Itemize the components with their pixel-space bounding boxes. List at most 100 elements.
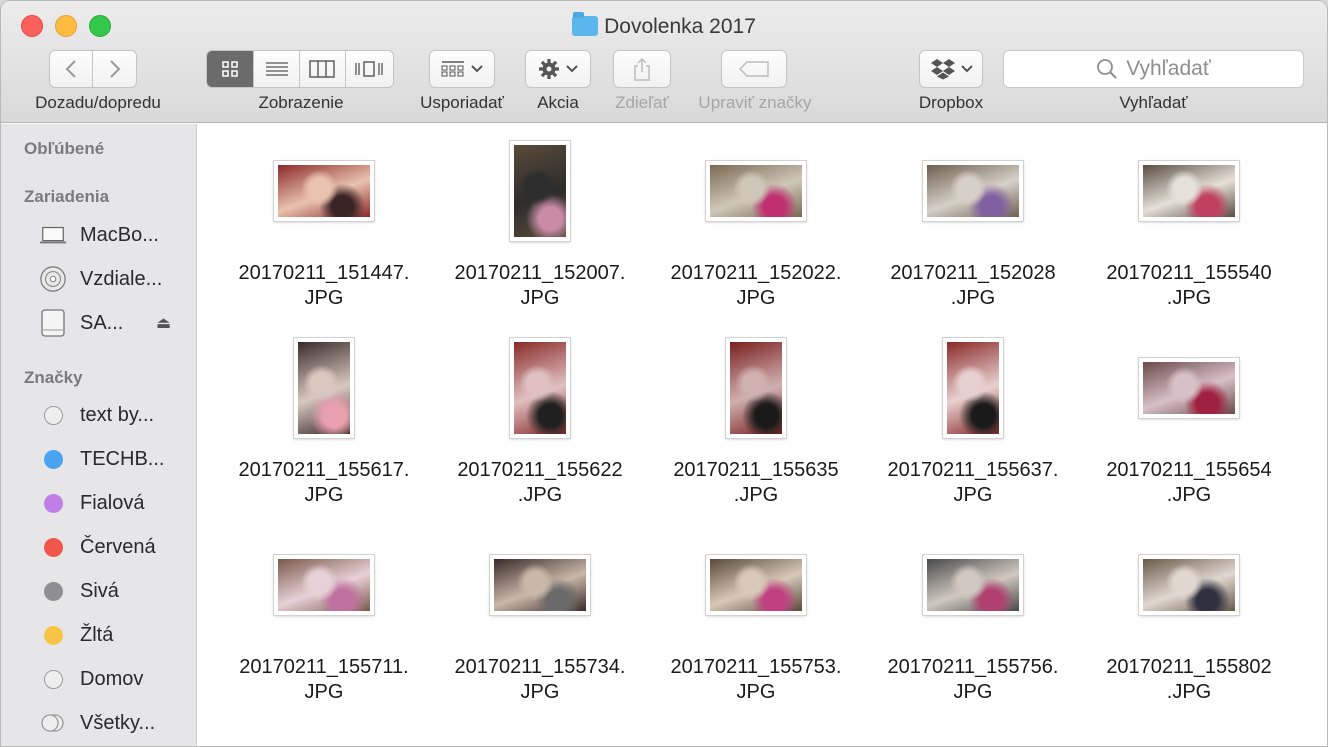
sidebar-tag-purple[interactable]: Fialová — [39, 487, 144, 519]
view-icons-button[interactable] — [207, 51, 255, 87]
forward-button[interactable] — [93, 51, 136, 87]
sidebar-item-label: TECHB... — [80, 447, 165, 470]
file-item[interactable]: 20170211_155753. JPG — [647, 533, 865, 705]
file-item[interactable]: 20170211_152028 .JPG — [864, 139, 1082, 311]
devices-heading: Zariadenia — [24, 187, 110, 206]
file-item[interactable]: 20170211_155802 .JPG — [1080, 533, 1298, 705]
photo-thumbnail[interactable] — [274, 555, 374, 615]
file-icon-grid: 20170211_151447. JPG 20170211_152007. JPG 20… — [198, 124, 1327, 746]
sidebar-item-macbook[interactable]: MacBo... — [39, 219, 159, 251]
edit-tags-button[interactable] — [721, 50, 787, 88]
file-name-line: 20170211_155734. — [454, 656, 626, 678]
photo-thumbnail[interactable] — [1139, 358, 1239, 418]
sidebar-tag-techb[interactable]: TECHB... — [39, 443, 164, 475]
file-item[interactable]: 20170211_151447. JPG — [215, 139, 433, 311]
photo-image — [710, 165, 802, 217]
photo-thumbnail[interactable] — [490, 555, 590, 615]
search-field[interactable]: Vyhľadať — [1003, 50, 1304, 88]
view-list-button[interactable] — [254, 51, 300, 87]
sidebar-item-remote-disc[interactable]: Vzdiale... — [39, 263, 162, 295]
photo-image — [1143, 362, 1235, 414]
file-item[interactable]: 20170211_155756. JPG — [864, 533, 1082, 705]
view-coverflow-button[interactable] — [346, 51, 393, 87]
file-name-line: 20170211_155622 — [457, 459, 623, 481]
sidebar-item-sa-drive[interactable]: SA... — [39, 307, 123, 339]
back-button[interactable] — [50, 51, 94, 87]
sidebar-tag-text[interactable]: text by... — [39, 399, 154, 431]
tag-dot-icon — [43, 669, 63, 689]
photo-thumbnail[interactable] — [706, 161, 806, 221]
disc-icon — [40, 266, 66, 292]
view-control — [206, 50, 394, 88]
file-item[interactable]: 20170211_155711. JPG — [215, 533, 433, 705]
photo-thumbnail[interactable] — [726, 338, 786, 438]
file-item[interactable]: 20170211_155622 .JPG — [431, 336, 649, 508]
photo-thumbnail[interactable] — [943, 338, 1003, 438]
share-button[interactable] — [613, 50, 671, 88]
file-item[interactable]: 20170211_155540 .JPG — [1080, 139, 1298, 311]
view-columns-button[interactable] — [300, 51, 346, 87]
list-icon — [265, 62, 288, 76]
arrange-button[interactable] — [429, 50, 495, 88]
action-label: Akcia — [537, 93, 579, 112]
all-tags-icon — [41, 714, 64, 732]
photo-image — [278, 165, 370, 217]
photo-thumbnail[interactable] — [706, 555, 806, 615]
file-name: 20170211_155635 .JPG — [647, 458, 865, 508]
sidebar-item-label: MacBo... — [80, 223, 159, 246]
file-extension-line: JPG — [520, 287, 560, 309]
file-name-line: 20170211_155802 — [1106, 656, 1272, 678]
photo-thumbnail[interactable] — [923, 161, 1023, 221]
chevron-down-icon — [471, 65, 483, 73]
file-name-line: 20170211_155637. — [887, 459, 1059, 481]
file-item[interactable]: 20170211_152007. JPG — [431, 139, 649, 311]
photo-thumbnail[interactable] — [1139, 555, 1239, 615]
tag-dot-icon — [43, 581, 63, 601]
tags-label: Upraviť značky — [698, 93, 812, 112]
tag-dot-icon — [43, 537, 63, 557]
file-extension-line: .JPG — [517, 484, 563, 506]
sidebar-tag-home[interactable]: Domov — [39, 663, 143, 695]
file-extension-line: JPG — [953, 681, 993, 703]
file-extension-line: .JPG — [950, 287, 996, 309]
sidebar-tag-all[interactable]: Všetky... — [39, 707, 155, 739]
eject-icon[interactable]: ⏏ — [156, 313, 171, 333]
tag-dot-icon — [43, 449, 63, 469]
file-item[interactable]: 20170211_155654 .JPG — [1080, 336, 1298, 508]
file-item[interactable]: 20170211_155617. JPG — [215, 336, 433, 508]
photo-image — [278, 559, 370, 611]
file-extension-line: .JPG — [1166, 681, 1212, 703]
photo-thumbnail[interactable] — [923, 555, 1023, 615]
thumbnail-area — [431, 139, 649, 247]
photo-image — [927, 165, 1019, 217]
thumbnail-area — [215, 533, 433, 641]
file-item[interactable]: 20170211_155635 .JPG — [647, 336, 865, 508]
toolbar: Dovolenka 2017 Dozadu/dopredu Zobrazenie… — [1, 1, 1327, 123]
arrange-icon — [441, 61, 464, 77]
file-extension-line: JPG — [304, 681, 344, 703]
dropbox-button[interactable] — [919, 50, 983, 88]
sidebar-tag-yellow[interactable]: Žltá — [39, 619, 113, 651]
photo-thumbnail[interactable] — [294, 338, 354, 438]
thumbnail-area — [215, 336, 433, 444]
photo-thumbnail[interactable] — [274, 161, 374, 221]
photo-thumbnail[interactable] — [1139, 161, 1239, 221]
search-label: Vyhľadať — [1119, 93, 1188, 112]
sidebar-item-label: Sivá — [80, 579, 119, 602]
tag-dot-icon — [43, 625, 63, 645]
photo-thumbnail[interactable] — [510, 338, 570, 438]
sidebar-tag-gray[interactable]: Sivá — [39, 575, 119, 607]
file-item[interactable]: 20170211_155637. JPG — [864, 336, 1082, 508]
file-name: 20170211_155654 .JPG — [1080, 458, 1298, 508]
sidebar-item-label: Červená — [80, 535, 156, 558]
search-placeholder: Vyhľadať — [1126, 57, 1211, 80]
file-item[interactable]: 20170211_155734. JPG — [431, 533, 649, 705]
photo-image — [927, 559, 1019, 611]
file-name-line: 20170211_155617. — [238, 459, 410, 481]
file-extension-line: JPG — [304, 484, 344, 506]
file-item[interactable]: 20170211_152022. JPG — [647, 139, 865, 311]
sidebar-tag-red[interactable]: Červená — [39, 531, 156, 563]
photo-thumbnail[interactable] — [510, 141, 570, 241]
action-button[interactable] — [525, 50, 591, 88]
photo-image — [494, 559, 586, 611]
